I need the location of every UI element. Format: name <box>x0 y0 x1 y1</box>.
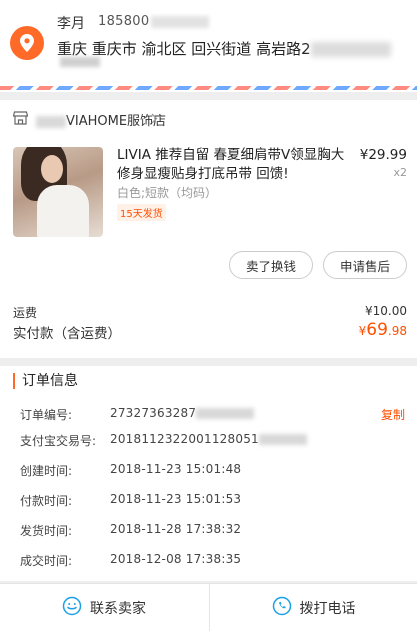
product-quantity: x2 <box>393 166 407 179</box>
product-spec: 白色;短款（均码） <box>117 186 218 200</box>
sell-for-cash-button[interactable]: 卖了换钱 <box>229 251 313 279</box>
recipient-address: 重庆 重庆市 渝北区 回兴街道 高岩路2 <box>57 38 391 59</box>
bottom-action-bar: 联系卖家 拨打电话 <box>0 583 417 631</box>
info-row-order-number: 订单编号: 27327363287 复制 <box>20 406 405 423</box>
recipient-phone: 185800 <box>98 14 210 29</box>
order-card: VIAHOME服饰店 LIVIA 推荐自留 春夏细肩带V领显胸大修身显瘦贴身打底… <box>0 100 417 358</box>
store-icon <box>12 111 29 129</box>
chevron-right-icon <box>151 113 158 128</box>
recipient-name: 李月 <box>57 16 85 32</box>
info-row-paid-time: 付款时间: 2018-11-23 15:01:53 <box>20 492 242 508</box>
product-image[interactable] <box>13 147 103 237</box>
info-row-shipped-time: 发货时间: 2018-11-28 17:38:32 <box>20 522 242 538</box>
info-row-completed-time: 成交时间: 2018-12-08 17:38:35 <box>20 552 242 568</box>
info-row-alipay-trade-number: 支付宝交易号: 2018112322001128051 <box>0 432 417 452</box>
info-row-created-time: 创建时间: 2018-11-23 15:01:48 <box>20 462 242 478</box>
phone-icon <box>272 596 292 620</box>
call-phone-button[interactable]: 拨打电话 <box>209 584 417 631</box>
contact-seller-label: 联系卖家 <box>90 601 146 617</box>
shipping-fee-value: ¥10.00 <box>365 304 407 318</box>
shipping-time-badge: 15天发货 <box>117 204 166 221</box>
shipping-fee-label: 运费 <box>13 306 38 320</box>
order-info-card: 订单信息 订单编号: 27327363287 复制 支付宝交易号: 201811… <box>0 366 417 581</box>
call-phone-label: 拨打电话 <box>299 601 356 617</box>
contact-seller-button[interactable]: 联系卖家 <box>0 584 208 631</box>
paid-amount-label: 实付款（含运费） <box>13 326 121 342</box>
product-title[interactable]: LIVIA 推荐自留 春夏细肩带V领显胸大修身显瘦贴身打底吊带 回馈! <box>117 146 347 184</box>
chat-icon <box>62 596 82 620</box>
apply-after-sale-button[interactable]: 申请售后 <box>323 251 407 279</box>
product-price: ¥29.99 <box>359 147 407 163</box>
paid-amount-value: ¥69.98 <box>358 320 407 340</box>
store-name[interactable]: VIAHOME服饰店 <box>36 110 166 129</box>
location-pin-icon <box>10 26 44 60</box>
store-row[interactable]: VIAHOME服饰店 <box>0 100 417 136</box>
address-envelope-stripe <box>0 86 417 90</box>
copy-order-number-button[interactable]: 复制 <box>381 406 405 423</box>
shipping-address-card[interactable]: 李月 185800 重庆 重庆市 渝北区 回兴街道 高岩路2 <box>0 0 417 92</box>
order-info-title: 订单信息 <box>13 373 78 389</box>
address-line-2-redacted <box>60 57 100 67</box>
